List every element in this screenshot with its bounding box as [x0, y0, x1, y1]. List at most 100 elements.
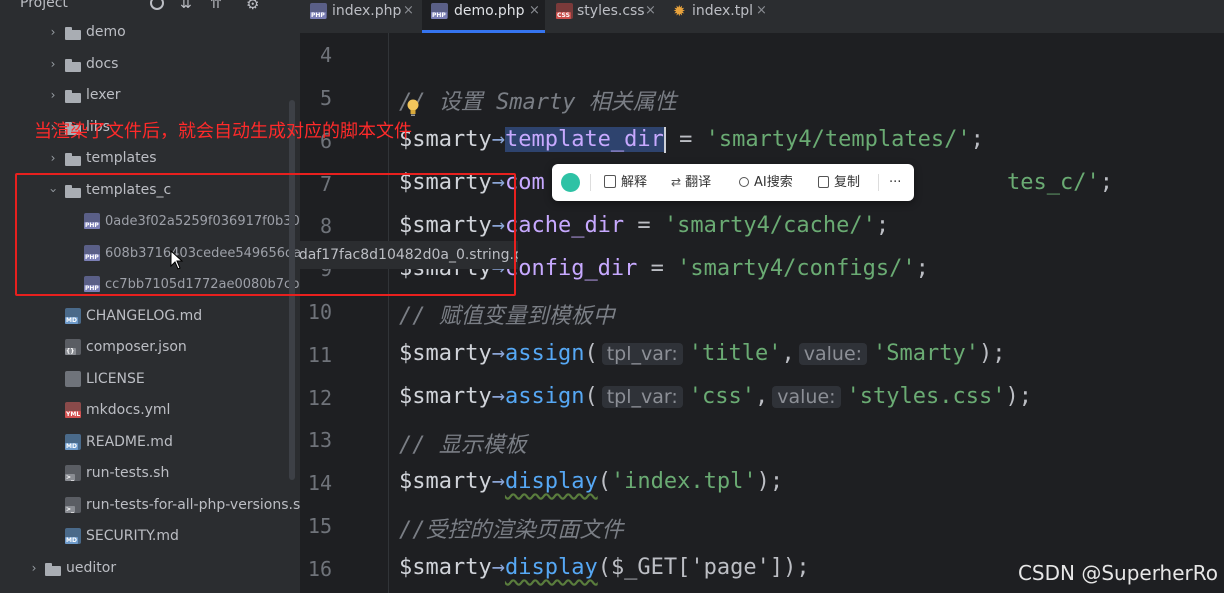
tree-item-license[interactable]: LICENSE: [0, 364, 300, 395]
collapse-all-icon[interactable]: ⇊: [180, 0, 192, 12]
assistant-logo-icon[interactable]: [561, 173, 580, 192]
tree-item-label: mkdocs.yml: [86, 402, 171, 418]
tree-item-run-tests[interactable]: >_ run-tests.sh: [0, 458, 300, 489]
gear-icon[interactable]: ⚙: [246, 0, 259, 13]
translate-icon: ⇄: [671, 175, 682, 189]
tab-styles-css[interactable]: CSS styles.css ×: [547, 0, 662, 33]
close-icon[interactable]: ×: [403, 0, 414, 22]
tree-item-demo[interactable]: › demo: [0, 17, 300, 48]
code-comment: //受控的渲染页面文件: [399, 518, 624, 543]
tree-item-label: SECURITY.md: [86, 528, 179, 544]
tree-item-lexer[interactable]: › lexer: [0, 80, 300, 111]
more-icon: ···: [889, 175, 902, 190]
code-line-11: $smarty→assign(tpl_var:'title', value: 'Sm…: [399, 341, 1006, 366]
explain-button[interactable]: 解释: [604, 164, 647, 201]
json-file-icon: {}: [65, 339, 81, 355]
folder-icon: [65, 59, 81, 72]
code-string: 'smarty4/cache/': [663, 213, 876, 238]
code-string: 'index.tpl': [610, 469, 757, 494]
expand-all-icon[interactable]: ⇈: [210, 0, 222, 12]
code-function: assign: [504, 384, 585, 409]
chevron-right-icon[interactable]: ›: [46, 17, 60, 48]
add-icon[interactable]: [150, 0, 164, 10]
chevron-right-icon[interactable]: ›: [46, 143, 60, 174]
code-editor: PHP index.php × PHP demo.php × CSS style…: [300, 0, 1224, 593]
parameter-hint: value:: [798, 343, 868, 365]
copy-icon: [818, 176, 829, 188]
code-variable: $smarty: [399, 384, 492, 409]
markdown-file-icon: MD: [65, 528, 81, 544]
code-operator: =: [624, 213, 664, 238]
code-punct: ;: [915, 256, 929, 281]
code-punct: ;: [875, 213, 890, 238]
tree-item-label: lexer: [86, 87, 121, 103]
code-variable: $smarty: [399, 469, 492, 494]
annotation-highlight-box: [15, 173, 516, 296]
code-property: template_dir: [504, 127, 664, 152]
selection-toolbar: 解释 ⇄ 翻译 AI搜索 复制 ···: [552, 164, 914, 201]
tree-item-ueditor[interactable]: › ueditor: [0, 553, 300, 584]
annotation-text: 当渲染了文件后，就会自动生成对应的脚本文件: [34, 121, 412, 142]
explain-icon: [604, 175, 616, 188]
tab-label: styles.css: [577, 3, 645, 19]
tree-item-run-tests-all[interactable]: >_ run-tests-for-all-php-versions.sh: [0, 490, 300, 521]
tab-demo-php[interactable]: PHP demo.php ×: [422, 0, 545, 33]
tree-item-templates[interactable]: › templates: [0, 143, 300, 174]
more-button[interactable]: ···: [889, 164, 901, 201]
line-number: 10: [307, 300, 332, 324]
code-variable: $smarty: [399, 127, 492, 152]
close-icon[interactable]: ×: [756, 0, 767, 22]
code-line-10: // 赋值变量到模板中: [399, 298, 615, 330]
code-area[interactable]: // 设置 Smarty 相关属性 $smarty→template_dir =…: [388, 33, 1224, 593]
close-icon[interactable]: ×: [645, 0, 656, 22]
code-operator: =: [665, 127, 706, 152]
code-string: 'smarty4/templates/': [705, 127, 971, 152]
code-operator: →: [491, 127, 505, 152]
code-punct: ): [783, 555, 797, 580]
code-line-13: // 显示模板: [399, 427, 527, 459]
chevron-right-icon[interactable]: ›: [46, 49, 60, 80]
tree-item-label: composer.json: [86, 339, 187, 355]
markdown-file-icon: MD: [65, 434, 81, 450]
tree-item-label: run-tests.sh: [86, 465, 170, 481]
toolbar-divider: [878, 174, 879, 191]
tree-item-security[interactable]: MD SECURITY.md: [0, 521, 300, 552]
translate-button[interactable]: ⇄ 翻译: [671, 164, 711, 201]
php-file-icon: PHP: [310, 3, 327, 19]
css-file-icon: CSS: [556, 3, 573, 19]
tab-label: demo.php: [454, 3, 525, 19]
tree-item-label: LICENSE: [86, 371, 145, 387]
tree-item-changelog[interactable]: MD CHANGELOG.md: [0, 301, 300, 332]
code-string: 'Smarty': [873, 341, 980, 366]
code-operator: →: [491, 555, 505, 580]
tree-item-docs[interactable]: › docs: [0, 49, 300, 80]
tree-item-label: demo: [86, 24, 126, 40]
copy-button[interactable]: 复制: [818, 164, 860, 201]
code-punct: ;: [769, 469, 784, 494]
translate-label: 翻译: [685, 175, 712, 190]
mouse-cursor-icon: [170, 249, 184, 274]
chevron-right-icon[interactable]: ›: [27, 553, 41, 584]
copy-label: 复制: [834, 175, 861, 190]
code-variable: $smarty: [399, 555, 492, 580]
tree-item-readme[interactable]: MD README.md: [0, 427, 300, 458]
tree-item-composer[interactable]: {} composer.json: [0, 332, 300, 363]
shell-file-icon: >_: [65, 465, 81, 481]
shell-file-icon: >_: [65, 497, 81, 513]
code-punct: (: [584, 341, 598, 366]
code-string: 'smarty4/configs/': [677, 256, 916, 281]
code-punct: ;: [992, 341, 1006, 366]
line-number: 5: [319, 86, 332, 110]
line-number: 15: [307, 514, 332, 538]
code-line-14: $smarty→display('index.tpl');: [399, 469, 783, 494]
close-icon[interactable]: ×: [529, 0, 540, 22]
ai-search-button[interactable]: AI搜索: [739, 164, 793, 201]
tree-item-mkdocs[interactable]: YML mkdocs.yml: [0, 395, 300, 426]
code-comment: // 赋值变量到模板中: [399, 304, 615, 329]
tree-item-label: templates: [86, 150, 157, 166]
tab-index-php[interactable]: PHP index.php ×: [300, 0, 420, 33]
folder-icon: [45, 563, 61, 576]
chevron-right-icon[interactable]: ›: [46, 80, 60, 111]
code-argument: $_GET['page']: [610, 555, 784, 580]
tab-index-tpl[interactable]: ✹ index.tpl ×: [664, 0, 776, 33]
